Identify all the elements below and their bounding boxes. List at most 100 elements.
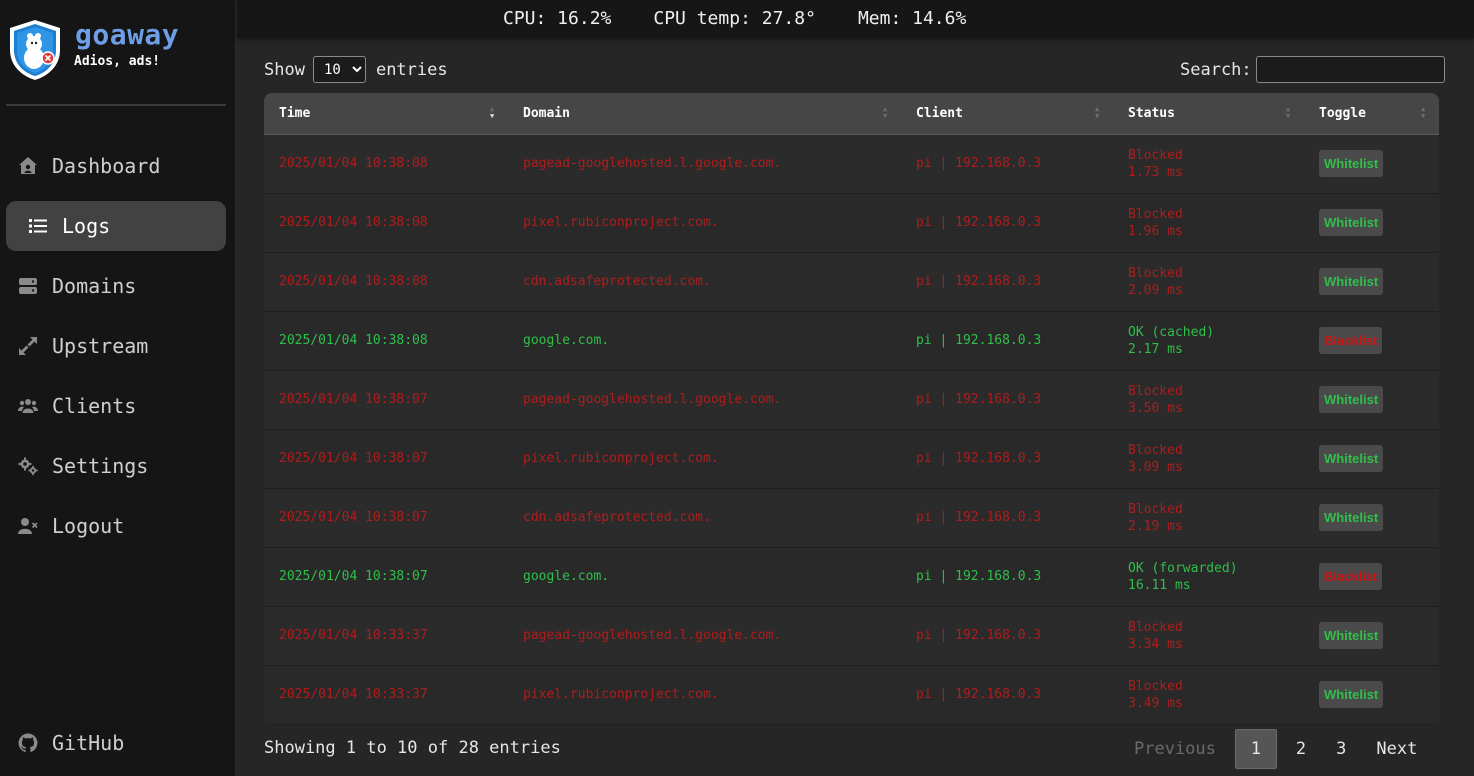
column-header-toggle[interactable]: Toggle ▲ ▼ — [1304, 93, 1439, 135]
sidebar-item-settings[interactable]: Settings — [6, 441, 226, 491]
latency-text: 3.34 ms — [1128, 636, 1183, 652]
previous-page-button[interactable]: Previous — [1119, 729, 1231, 769]
cell-time: 2025/01/04 10:38:08 — [279, 156, 428, 171]
latency-text: 3.49 ms — [1128, 695, 1183, 711]
sidebar-item-logs[interactable]: Logs — [6, 201, 226, 251]
whitelist-button[interactable]: Whitelist — [1319, 622, 1384, 649]
page-size-select[interactable]: 10 — [312, 56, 366, 83]
status-text: Blocked — [1128, 678, 1183, 694]
table-header-row: Time ▲ ▼ Domain ▲ ▼ Client ▲ ▼ Status ▲ ▼ Toggle… — [264, 93, 1439, 135]
cell-client: pi | 192.168.0.3 — [916, 687, 1042, 702]
cell-status: Blocked 2.09 ms — [1113, 252, 1304, 311]
latency-text: 1.96 ms — [1128, 223, 1183, 239]
cpu-temperature: CPU temp: 27.8° — [653, 8, 816, 29]
column-header-status[interactable]: Status ▲ ▼ — [1113, 93, 1304, 135]
sidebar-item-label: Logout — [52, 514, 125, 538]
gears-icon — [16, 454, 40, 478]
cell-time: 2025/01/04 10:38:08 — [279, 274, 428, 289]
search-control: Search: — [1180, 56, 1445, 83]
cpu-usage: CPU: 16.2% — [503, 8, 612, 29]
cell-client: pi | 192.168.0.3 — [916, 274, 1042, 289]
cell-toggle: Blacklist — [1304, 547, 1439, 606]
status-text: Blocked — [1128, 619, 1183, 635]
cell-toggle: Whitelist — [1304, 606, 1439, 665]
status-text: Blocked — [1128, 383, 1183, 399]
sidebar-item-dashboard[interactable]: Dashboard — [6, 141, 226, 191]
column-header-label: Domain — [523, 105, 570, 121]
page-size-control: Show 10 entries — [264, 56, 448, 83]
table-row: 2025/01/04 10:38:07 pixel.rubiconproject… — [264, 429, 1439, 488]
cell-time: 2025/01/04 10:33:37 — [279, 687, 428, 702]
latency-text: 2.17 ms — [1128, 341, 1183, 357]
cell-client: pi | 192.168.0.3 — [916, 451, 1042, 466]
whitelist-button[interactable]: Whitelist — [1319, 386, 1384, 413]
github-section: GitHub — [6, 718, 226, 776]
status-text: Blocked — [1128, 501, 1183, 517]
brand[interactable]: goaway Adios, ads! — [6, 18, 232, 82]
whitelist-button[interactable]: Whitelist — [1319, 209, 1384, 236]
column-header-client[interactable]: Client ▲ ▼ — [901, 93, 1113, 135]
logs-table: Time ▲ ▼ Domain ▲ ▼ Client ▲ ▼ Status ▲ ▼ Toggle… — [264, 93, 1439, 725]
cell-client: pi | 192.168.0.3 — [916, 215, 1042, 230]
cell-status: Blocked 3.09 ms — [1113, 429, 1304, 488]
list-icon — [26, 214, 50, 238]
system-stats: CPU: 16.2% CPU temp: 27.8° Mem: 14.6% — [503, 8, 1008, 29]
table-row: 2025/01/04 10:38:08 pagead-googlehosted.… — [264, 134, 1439, 193]
whitelist-button[interactable]: Whitelist — [1319, 150, 1384, 177]
entries-label: entries — [375, 59, 448, 80]
cell-client: pi | 192.168.0.3 — [916, 510, 1042, 525]
cell-toggle: Whitelist — [1304, 665, 1439, 724]
cell-toggle: Whitelist — [1304, 429, 1439, 488]
whitelist-button[interactable]: Whitelist — [1319, 268, 1384, 295]
sidebar: goaway Adios, ads! Dashboard Logs Domain… — [0, 0, 236, 776]
cell-status: Blocked 3.50 ms — [1113, 370, 1304, 429]
column-header-label: Toggle — [1319, 105, 1366, 121]
table-row: 2025/01/04 10:38:07 google.com. pi | 192… — [264, 547, 1439, 606]
sidebar-item-domains[interactable]: Domains — [6, 261, 226, 311]
cell-time: 2025/01/04 10:38:08 — [279, 215, 428, 230]
column-header-domain[interactable]: Domain ▲ ▼ — [508, 93, 901, 135]
latency-text: 3.50 ms — [1128, 400, 1183, 416]
sidebar-item-logout[interactable]: Logout — [6, 501, 226, 551]
cell-toggle: Whitelist — [1304, 488, 1439, 547]
cell-time: 2025/01/04 10:38:07 — [279, 392, 428, 407]
cell-toggle: Whitelist — [1304, 252, 1439, 311]
page-button-1[interactable]: 1 — [1234, 729, 1277, 769]
page-button-2[interactable]: 2 — [1281, 729, 1321, 769]
sidebar-item-upstream[interactable]: Upstream — [6, 321, 226, 371]
user-x-icon — [16, 514, 40, 538]
next-page-button[interactable]: Next — [1361, 729, 1432, 769]
github-link[interactable]: GitHub — [6, 718, 226, 768]
latency-text: 3.09 ms — [1128, 459, 1183, 475]
whitelist-button[interactable]: Whitelist — [1319, 445, 1384, 472]
memory-usage: Mem: 14.6% — [857, 8, 967, 29]
whitelist-button[interactable]: Whitelist — [1319, 504, 1384, 531]
cell-domain: pagead-googlehosted.l.google.com. — [523, 392, 782, 407]
cell-domain: cdn.adsafeprotected.com. — [523, 510, 711, 525]
app-tagline: Adios, ads! — [74, 54, 161, 69]
column-header-time[interactable]: Time ▲ ▼ — [264, 93, 508, 135]
blacklist-button[interactable]: Blacklist — [1319, 563, 1383, 590]
page-button-3[interactable]: 3 — [1321, 729, 1361, 769]
arrows-expand-icon — [16, 334, 40, 358]
status-text: OK (forwarded) — [1128, 560, 1238, 576]
table-row: 2025/01/04 10:38:08 google.com. pi | 192… — [264, 311, 1439, 370]
table-row: 2025/01/04 10:38:07 pagead-googlehosted.… — [264, 370, 1439, 429]
sidebar-item-clients[interactable]: Clients — [6, 381, 226, 431]
sidebar-nav: Dashboard Logs Domains Upstream Clients — [6, 141, 226, 561]
status-text: Blocked — [1128, 265, 1183, 281]
cell-status: Blocked 3.34 ms — [1113, 606, 1304, 665]
house-icon — [16, 154, 40, 178]
cell-time: 2025/01/04 10:38:07 — [279, 451, 428, 466]
cell-toggle: Whitelist — [1304, 193, 1439, 252]
logs-table-container: Time ▲ ▼ Domain ▲ ▼ Client ▲ ▼ Status ▲ ▼ Toggle… — [264, 93, 1439, 725]
whitelist-button[interactable]: Whitelist — [1319, 681, 1384, 708]
latency-text: 16.11 ms — [1128, 577, 1191, 593]
latency-text: 1.73 ms — [1128, 164, 1183, 180]
search-input[interactable] — [1255, 56, 1445, 83]
sort-indicator-icon: ▲ ▼ — [883, 105, 888, 120]
status-text: Blocked — [1128, 206, 1183, 222]
cell-status: OK (cached) 2.17 ms — [1113, 311, 1304, 370]
blacklist-button[interactable]: Blacklist — [1319, 327, 1383, 354]
github-icon — [16, 731, 40, 755]
